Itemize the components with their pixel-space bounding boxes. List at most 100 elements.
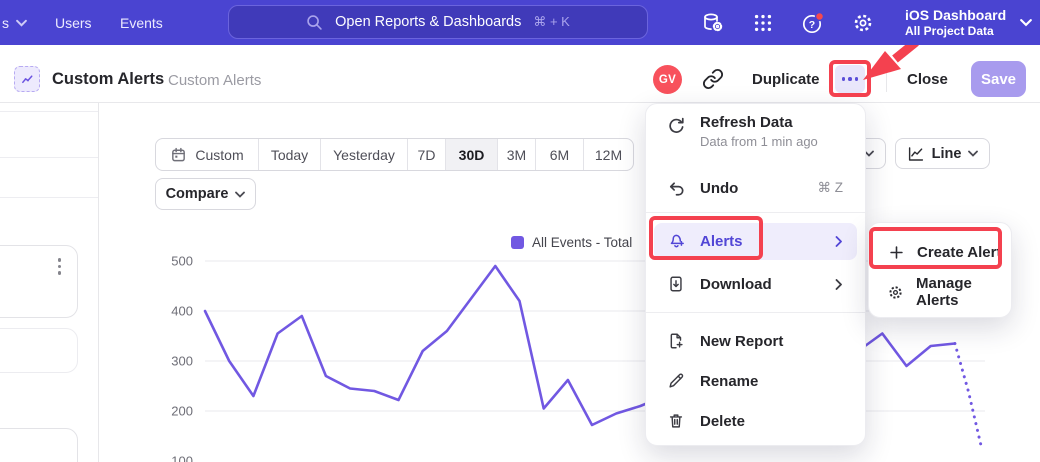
database-gear-icon <box>701 11 725 35</box>
save-button[interactable]: Save <box>971 61 1026 97</box>
top-navbar: s Users Events Open Reports & Dashboards… <box>0 0 1040 45</box>
date-range-today[interactable]: Today <box>259 139 321 170</box>
rename-label: Rename <box>700 373 758 390</box>
header-divider <box>886 66 887 92</box>
global-search-input[interactable]: Open Reports & Dashboards ⌘ + K <box>228 5 648 39</box>
report-type-badge <box>14 66 40 92</box>
nav-events-label: Events <box>120 15 163 31</box>
grid-dots-icon <box>752 12 774 34</box>
settings-icon[interactable] <box>850 10 876 36</box>
gear-icon <box>851 11 875 35</box>
chart-legend[interactable]: All Events - Total <box>511 235 632 250</box>
manage-alerts-label: Manage Alerts <box>916 275 1005 309</box>
new-report-label: New Report <box>700 333 783 350</box>
mini-line-chart-icon <box>20 72 35 87</box>
menu-item-rename[interactable]: Rename <box>654 363 857 399</box>
chevron-down-icon <box>1020 18 1032 27</box>
date-range-today-label: Today <box>271 147 308 163</box>
chart-type-label: Line <box>932 146 962 162</box>
date-range-6m[interactable]: 6M <box>536 139 584 170</box>
card-kebab-menu-icon[interactable] <box>58 258 62 275</box>
download-file-icon <box>666 275 686 293</box>
chevron-down-icon <box>968 150 978 157</box>
date-range-yesterday-label: Yesterday <box>333 147 395 163</box>
date-range-30d-label: 30D <box>459 147 485 163</box>
undo-label: Undo <box>700 180 738 197</box>
date-range-7d[interactable]: 7D <box>408 139 446 170</box>
create-alert-label: Create Alert <box>917 244 1001 261</box>
refresh-icon <box>666 116 686 135</box>
menu-item-new-report[interactable]: New Report <box>654 323 857 359</box>
nav-item-events[interactable]: Events <box>120 0 163 45</box>
compare-dropdown[interactable]: Compare <box>155 178 256 210</box>
nav-icon-group: ? <box>700 0 876 45</box>
nav-item-partial-label: s <box>2 15 9 31</box>
undo-icon <box>666 179 686 198</box>
legend-swatch <box>511 236 524 249</box>
menu-item-delete[interactable]: Delete <box>654 403 857 439</box>
more-options-button[interactable] <box>835 65 865 93</box>
date-range-12m[interactable]: 12M <box>584 139 633 170</box>
svg-text:500: 500 <box>171 254 193 269</box>
date-range-3m-label: 3M <box>507 147 526 163</box>
project-subtitle: All Project Data <box>905 24 1006 39</box>
avatar[interactable]: GV <box>653 65 682 94</box>
copy-link-button[interactable] <box>702 68 724 90</box>
refresh-label: Refresh Data <box>700 114 818 131</box>
svg-text:?: ? <box>809 19 815 31</box>
svg-text:300: 300 <box>171 354 193 369</box>
submenu-item-manage-alerts[interactable]: Manage Alerts <box>875 273 1005 311</box>
app-window: 500400300200100 s Users Events Open Repo… <box>0 0 1040 462</box>
data-management-icon[interactable] <box>700 10 726 36</box>
date-range-12m-label: 12M <box>595 147 622 163</box>
chevron-right-icon <box>835 236 857 247</box>
svg-text:100: 100 <box>171 454 193 462</box>
left-sidebar <box>0 103 99 462</box>
date-range-7d-label: 7D <box>418 147 436 163</box>
delete-label: Delete <box>700 413 745 430</box>
nav-item-partial[interactable]: s <box>2 0 27 45</box>
date-range-custom-label: Custom <box>195 147 243 163</box>
date-range-6m-label: 6M <box>550 147 569 163</box>
help-icon[interactable]: ? <box>800 10 826 36</box>
menu-item-alerts[interactable]: Alerts <box>654 223 857 260</box>
chevron-down-icon <box>235 191 245 198</box>
date-range-yesterday[interactable]: Yesterday <box>321 139 408 170</box>
plus-icon <box>887 245 905 260</box>
nav-users-label: Users <box>55 15 92 31</box>
date-range-3m[interactable]: 3M <box>498 139 536 170</box>
line-chart-icon <box>907 145 925 163</box>
nav-item-users[interactable]: Users <box>55 0 92 45</box>
project-switcher[interactable]: iOS Dashboard All Project Data <box>905 0 1032 45</box>
apps-grid-icon[interactable] <box>750 10 776 36</box>
sidebar-card[interactable] <box>0 245 78 318</box>
svg-text:200: 200 <box>171 404 193 419</box>
link-icon <box>702 68 724 90</box>
alerts-label: Alerts <box>700 233 743 250</box>
sidebar-card[interactable] <box>0 428 78 462</box>
duplicate-button[interactable]: Duplicate <box>752 71 820 88</box>
date-range-custom[interactable]: Custom <box>156 139 259 170</box>
chart-type-dropdown[interactable]: Line <box>895 138 990 169</box>
trash-icon <box>666 412 686 430</box>
search-placeholder: Open Reports & Dashboards <box>335 14 521 30</box>
search-icon <box>306 14 323 31</box>
new-report-icon <box>666 332 686 350</box>
more-options-menu: Refresh Data Data from 1 min ago Undo ⌘ … <box>645 103 866 446</box>
date-range-30d-selected[interactable]: 30D <box>446 139 498 170</box>
refresh-subtitle: Data from 1 min ago <box>700 134 818 149</box>
menu-item-undo[interactable]: Undo ⌘ Z <box>654 170 857 206</box>
question-circle-icon: ? <box>800 10 826 36</box>
chevron-right-icon <box>835 279 857 290</box>
sidebar-card[interactable] <box>0 328 78 373</box>
chevron-down-icon <box>16 19 27 27</box>
breadcrumb: Custom Alerts <box>168 72 261 89</box>
calendar-icon <box>170 146 187 163</box>
close-button[interactable]: Close <box>907 71 948 88</box>
alerts-submenu: Create Alert Manage Alerts <box>868 222 1012 318</box>
menu-item-download[interactable]: Download <box>654 266 857 302</box>
menu-item-refresh-data[interactable]: Refresh Data Data from 1 min ago <box>654 114 857 160</box>
project-title: iOS Dashboard <box>905 7 1006 24</box>
menu-divider <box>646 212 865 213</box>
submenu-item-create-alert[interactable]: Create Alert <box>875 233 1005 271</box>
